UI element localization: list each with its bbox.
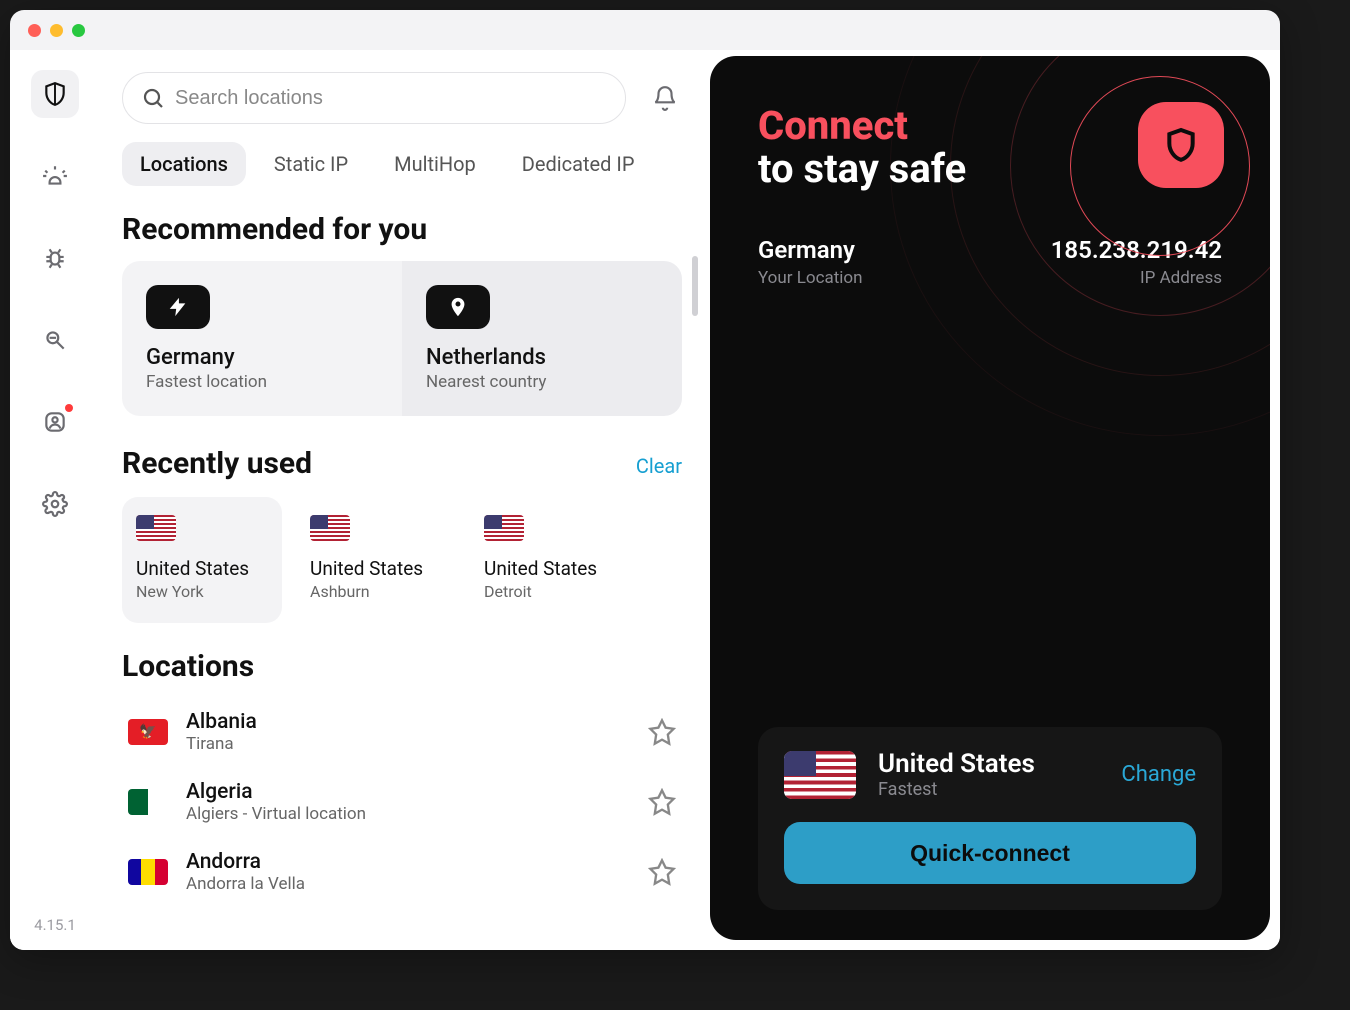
scan-search-icon [42, 327, 68, 353]
selected-server-row: United States Fastest Change [784, 749, 1196, 800]
main-column: Locations Static IP MultiHop Dedicated I… [100, 50, 704, 950]
recent-row: United States New York United States Ash… [122, 497, 682, 623]
recent-country: United States [484, 557, 616, 580]
siren-icon [42, 163, 68, 189]
locations-title: Locations [122, 649, 682, 684]
window-minimize-button[interactable] [50, 24, 63, 37]
location-text: Algeria Algiers - Virtual location [186, 780, 648, 824]
ad-flag-icon [128, 859, 168, 885]
location-sub: Tirana [186, 734, 648, 754]
quick-connect-button[interactable]: Quick-connect [784, 822, 1196, 884]
recommended-name: Netherlands [426, 345, 658, 370]
recent-city: New York [136, 582, 268, 601]
your-location-value: Germany [758, 236, 863, 264]
location-item[interactable]: Andorra Andorra la Vella [122, 840, 682, 904]
recent-city: Detroit [484, 582, 616, 601]
locations-list: 🦅 Albania Tirana Algeria Algiers - Virtu… [122, 700, 682, 904]
recommended-row: Germany Fastest location Netherlands Nea… [122, 261, 682, 416]
titlebar [10, 10, 1280, 50]
favorite-star-icon[interactable] [648, 788, 676, 816]
sidebar-item-settings[interactable] [31, 480, 79, 528]
shield-icon [42, 81, 68, 107]
pin-icon [426, 285, 490, 329]
sidebar-item-identity[interactable] [31, 398, 79, 446]
tab-static-ip[interactable]: Static IP [256, 142, 366, 186]
location-name: Albania [186, 710, 648, 734]
sidebar: 4.15.1 [10, 50, 100, 950]
change-server-button[interactable]: Change [1121, 762, 1196, 787]
location-sub: Andorra la Vella [186, 874, 648, 894]
bell-icon [652, 85, 678, 111]
your-location-label: Your Location [758, 268, 863, 288]
location-text: Albania Tirana [186, 710, 648, 754]
tab-locations[interactable]: Locations [122, 142, 246, 186]
selected-country: United States [878, 749, 1099, 779]
window-close-button[interactable] [28, 24, 41, 37]
window-zoom-button[interactable] [72, 24, 85, 37]
favorite-star-icon[interactable] [648, 858, 676, 886]
recent-country: United States [136, 557, 268, 580]
tab-multihop[interactable]: MultiHop [376, 142, 494, 186]
sidebar-item-search[interactable] [31, 316, 79, 364]
recent-title: Recently used [122, 446, 312, 481]
bug-icon [42, 245, 68, 271]
app-logo [1138, 102, 1224, 188]
location-name: Algeria [186, 780, 648, 804]
us-flag-icon [310, 515, 350, 541]
tab-dedicated-ip[interactable]: Dedicated IP [504, 142, 653, 186]
location-text: Andorra Andorra la Vella [186, 850, 648, 894]
search-input[interactable] [175, 87, 607, 110]
sidebar-item-antivirus[interactable] [31, 234, 79, 282]
selected-sub: Fastest [878, 779, 1099, 800]
app-body: 4.15.1 Locations Static IP MultiHop Dedi… [10, 50, 1280, 950]
location-name: Andorra [186, 850, 648, 874]
dz-flag-icon [128, 789, 168, 815]
us-flag-icon [784, 751, 856, 799]
top-row [122, 72, 682, 124]
clear-recent-button[interactable]: Clear [636, 454, 682, 478]
search-icon [141, 86, 165, 110]
sidebar-item-alert[interactable] [31, 152, 79, 200]
recent-header: Recently used Clear [122, 446, 682, 481]
recent-card[interactable]: United States Ashburn [296, 497, 456, 623]
recommended-sub: Nearest country [426, 372, 658, 392]
search-field[interactable] [122, 72, 626, 124]
bolt-icon [146, 285, 210, 329]
notifications-button[interactable] [648, 81, 682, 115]
app-window: 4.15.1 Locations Static IP MultiHop Dedi… [10, 10, 1280, 950]
scrollbar-thumb[interactable] [692, 256, 698, 316]
version-label: 4.15.1 [34, 916, 76, 934]
location-item[interactable]: Algeria Algiers - Virtual location [122, 770, 682, 834]
your-location: Germany Your Location [758, 236, 863, 288]
quick-connect-card: United States Fastest Change Quick-conne… [758, 727, 1222, 910]
recent-card[interactable]: United States New York [122, 497, 282, 623]
location-sub: Algiers - Virtual location [186, 804, 648, 824]
location-item[interactable]: 🦅 Albania Tirana [122, 700, 682, 764]
favorite-star-icon[interactable] [648, 718, 676, 746]
recommended-title: Recommended for you [122, 212, 682, 247]
al-flag-icon: 🦅 [128, 719, 168, 745]
tabs: Locations Static IP MultiHop Dedicated I… [122, 142, 682, 186]
recent-city: Ashburn [310, 582, 442, 601]
us-flag-icon [136, 515, 176, 541]
recommended-name: Germany [146, 345, 378, 370]
shield-logo-icon [1161, 125, 1201, 165]
connection-panel: Connect to stay safe Germany Your Locati… [710, 56, 1270, 940]
recommended-card-germany[interactable]: Germany Fastest location [122, 261, 402, 416]
person-id-icon [42, 409, 68, 435]
gear-icon [42, 491, 68, 517]
selected-server-text: United States Fastest [878, 749, 1099, 800]
recommended-card-netherlands[interactable]: Netherlands Nearest country [402, 261, 682, 416]
recommended-sub: Fastest location [146, 372, 378, 392]
sidebar-item-vpn[interactable] [31, 70, 79, 118]
us-flag-icon [484, 515, 524, 541]
recent-country: United States [310, 557, 442, 580]
notification-dot [65, 404, 73, 412]
recent-card[interactable]: United States Detroit [470, 497, 630, 623]
